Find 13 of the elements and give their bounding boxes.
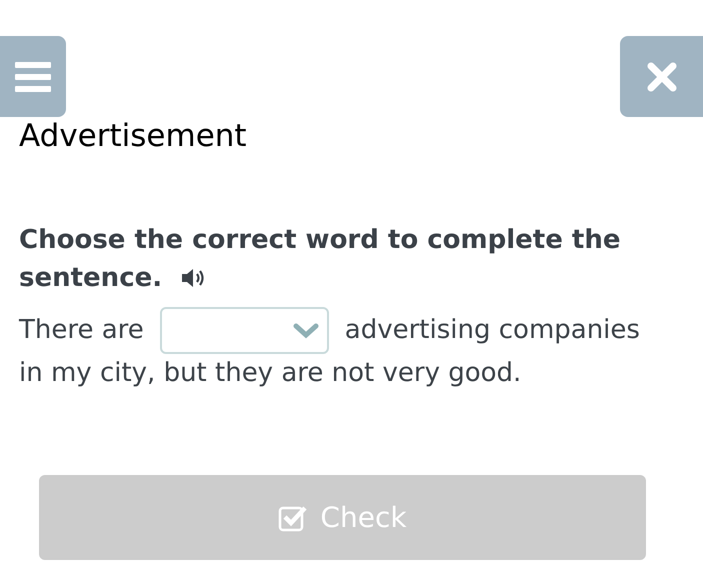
sentence-text: in my city, but they are not very good. — [19, 357, 522, 390]
sentence-text: advertising companies — [344, 314, 640, 347]
close-button[interactable] — [620, 36, 703, 117]
checkbox-icon — [278, 504, 308, 532]
instruction-text: sentence. — [19, 262, 162, 295]
instruction-text: Choose the correct word to complete the — [19, 224, 620, 257]
menu-button[interactable] — [0, 36, 66, 117]
menu-icon — [13, 60, 53, 94]
page-title: Advertisement — [19, 117, 248, 155]
close-icon — [646, 62, 676, 92]
chevron-down-icon — [292, 322, 319, 338]
sentence-text: There are — [19, 314, 144, 347]
word-dropdown[interactable] — [160, 307, 329, 354]
